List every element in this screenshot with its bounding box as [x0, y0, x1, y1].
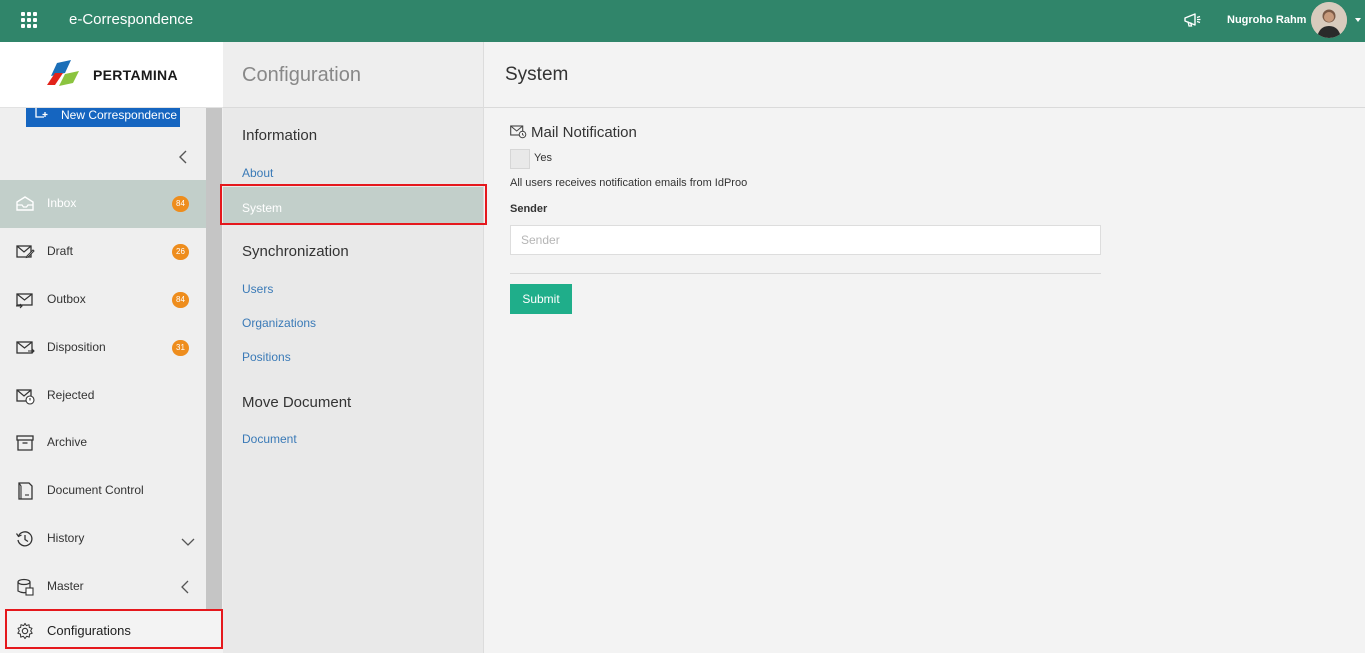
inbox-count-badge: 84 [172, 196, 189, 212]
sidebar-scrollbar[interactable] [206, 108, 222, 653]
config-link-system[interactable]: System [242, 201, 282, 215]
master-icon [17, 578, 34, 596]
notification-description: All users receives notification emails f… [510, 177, 748, 189]
user-name[interactable]: Nugroho Rahm [1227, 14, 1306, 26]
config-link-users[interactable]: Users [242, 282, 273, 296]
config-link-about[interactable]: About [242, 166, 273, 180]
configuration-panel: Configuration Information About System S… [223, 42, 484, 653]
caret-down-icon[interactable] [1355, 18, 1361, 22]
sidebar-item-label: Document Control [47, 483, 144, 497]
draft-icon [16, 245, 35, 259]
sidebar-item-history[interactable]: History [0, 515, 206, 563]
archive-icon [16, 435, 34, 451]
rejected-icon [16, 389, 35, 405]
section-heading-synchronization: Synchronization [242, 243, 349, 260]
app-title: e-Correspondence [69, 11, 194, 28]
draft-count-badge: 26 [172, 244, 189, 260]
section-heading-move-document: Move Document [242, 394, 352, 411]
checkbox-label: Yes [534, 152, 552, 164]
sender-input[interactable] [510, 225, 1101, 255]
sidebar-item-draft[interactable]: Draft 26 [0, 228, 206, 276]
chevron-down-icon[interactable] [180, 534, 196, 550]
page-title: System [505, 64, 569, 85]
history-icon [16, 531, 33, 547]
form-divider [510, 273, 1101, 274]
sidebar-item-label: Rejected [47, 388, 95, 402]
sidebar-item-label: Disposition [47, 340, 106, 354]
sidebar-item-inbox[interactable]: Inbox 84 [0, 180, 206, 228]
new-correspondence-label: New Correspondence [61, 107, 178, 122]
sidebar: PERTAMINA New Correspondence Inbox 84 Dr… [0, 42, 223, 653]
gear-icon [17, 622, 33, 640]
sidebar-item-outbox[interactable]: Outbox 84 [0, 276, 206, 324]
logo-area: PERTAMINA [0, 42, 223, 108]
document-control-icon [18, 482, 33, 500]
outbox-icon [16, 293, 33, 309]
config-link-organizations[interactable]: Organizations [242, 316, 316, 330]
notification-checkbox[interactable] [510, 149, 530, 169]
logo-text: PERTAMINA [93, 67, 178, 83]
collapse-sidebar-chevron-icon[interactable] [175, 149, 191, 165]
sidebar-item-label: Configurations [47, 623, 131, 638]
submit-button[interactable]: Submit [510, 284, 572, 314]
sidebar-item-label: Outbox [47, 292, 86, 306]
sidebar-item-master[interactable]: Master [0, 563, 206, 611]
main-content: System Mail Notification Yes All users r… [484, 42, 1365, 653]
sidebar-item-disposition[interactable]: Disposition 31 [0, 324, 206, 372]
configuration-title: Configuration [242, 64, 361, 86]
configuration-header: Configuration [223, 42, 483, 108]
inbox-icon [16, 196, 34, 211]
megaphone-icon[interactable] [1183, 12, 1203, 28]
sidebar-item-configurations[interactable]: Configurations [0, 610, 223, 653]
config-link-positions[interactable]: Positions [242, 350, 291, 364]
avatar[interactable] [1311, 2, 1347, 38]
sidebar-item-document-control[interactable]: Document Control [0, 467, 206, 515]
sender-label: Sender [510, 203, 548, 215]
sidebar-item-archive[interactable]: Archive [0, 419, 206, 467]
pertamina-logo-icon [47, 60, 79, 86]
mail-notification-icon [510, 125, 527, 139]
sidebar-item-label: Draft [47, 244, 74, 258]
section-heading-information: Information [242, 127, 318, 144]
mail-notification-heading: Mail Notification [531, 124, 637, 141]
sidebar-item-label: History [47, 531, 85, 545]
sidebar-item-label: Archive [47, 435, 88, 449]
sidebar-item-label: Master [47, 579, 84, 593]
disposition-icon [16, 341, 35, 354]
top-bar: e-Correspondence Nugroho Rahm [0, 0, 1365, 42]
sidebar-item-rejected[interactable]: Rejected [0, 372, 206, 420]
config-link-system-row[interactable]: System [223, 187, 483, 225]
chevron-left-icon[interactable] [177, 579, 193, 595]
apps-grid-icon[interactable] [21, 12, 37, 28]
disposition-count-badge: 31 [172, 340, 189, 356]
outbox-count-badge: 84 [172, 292, 189, 308]
main-header: System [484, 42, 1365, 108]
sidebar-item-label: Inbox [47, 196, 77, 210]
config-link-document[interactable]: Document [242, 432, 297, 446]
